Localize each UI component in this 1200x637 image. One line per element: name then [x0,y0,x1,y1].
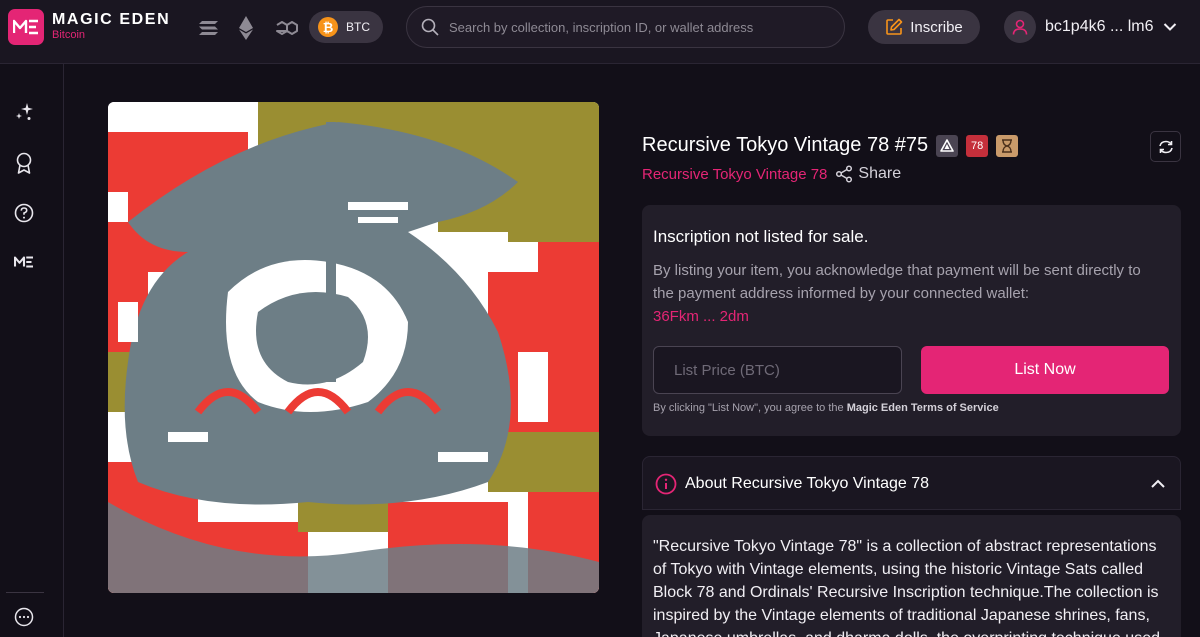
block-78-badge[interactable]: 78 [966,134,989,157]
hourglass-icon [1002,138,1013,153]
polygon-icon[interactable] [274,15,300,41]
about-description: "Recursive Tokyo Vintage 78" is a collec… [653,538,1160,637]
refresh-icon [1158,140,1173,153]
award-icon [16,152,32,174]
magic-eden-logo[interactable] [8,9,44,45]
inscription-title: Recursive Tokyo Vintage 78 #75 [642,134,929,156]
help-circle-icon [14,203,34,223]
chain-label: BTC [346,20,370,34]
list-price-input[interactable] [653,346,902,394]
search-bar[interactable] [406,6,845,48]
sidebar-divider [6,592,44,593]
brand[interactable]: MAGIC EDEN Bitcoin [52,11,170,42]
ethereum-icon[interactable] [233,15,259,41]
sidebar [0,64,64,637]
listing-heading: Inscription not listed for sale. [653,227,869,246]
about-collection-header[interactable]: About Recursive Tokyo Vintage 78 [642,456,1181,510]
sidebar-item-sparkles[interactable] [12,100,36,124]
more-dots-icon [14,607,34,627]
sidebar-item-magic-eden[interactable] [12,250,36,274]
pyramid-icon [940,138,954,152]
user-icon [1012,19,1028,35]
inscription-artwork[interactable] [108,102,599,593]
info-icon [655,473,677,495]
terms-notice: By clicking "List Now", you agree to the… [653,402,999,414]
sparkles-icon [16,103,33,120]
share-button[interactable]: Share [835,165,901,183]
wallet-menu[interactable]: bc1p4k6 ... lm6 [1004,10,1177,44]
about-collection-body: "Recursive Tokyo Vintage 78" is a collec… [642,515,1181,637]
share-label: Share [858,165,902,182]
inscription-title-row: Recursive Tokyo Vintage 78 #75 78 [642,134,1019,157]
bitcoin-icon: ₿ [318,17,338,37]
search-icon [421,18,439,36]
terms-prefix: By clicking "List Now", you agree to the [653,402,847,414]
solana-icon[interactable] [196,15,222,41]
share-icon [836,165,853,183]
terms-of-service-link[interactable]: Magic Eden Terms of Service [847,402,999,414]
vintage-hourglass-badge[interactable] [996,134,1019,157]
brand-sub: Bitcoin [52,29,86,41]
about-title: About Recursive Tokyo Vintage 78 [685,475,930,492]
sidebar-item-help[interactable] [12,201,36,225]
sidebar-item-more[interactable] [12,605,36,629]
search-input[interactable] [449,19,829,35]
me-logo-icon [14,256,33,268]
sidebar-item-awards[interactable] [12,151,36,175]
pencil-square-icon [886,18,903,35]
me-logo-icon [13,19,38,35]
chevron-down-icon [1163,23,1176,31]
inscribe-button[interactable]: Inscribe [868,10,980,44]
listing-description: By listing your item, you acknowledge th… [653,259,1163,328]
chain-selector-btc[interactable]: ₿ BTC [309,11,383,43]
user-avatar [1004,11,1036,43]
inscribe-label: Inscribe [910,18,963,36]
collection-link[interactable]: Recursive Tokyo Vintage 78 [642,166,827,183]
payment-address[interactable]: 36Fkm ... 2dm [653,305,1163,328]
listing-description-text: By listing your item, you acknowledge th… [653,262,1141,302]
rare-sat-badge[interactable] [936,134,959,157]
refresh-button[interactable] [1150,131,1181,162]
listing-card: Inscription not listed for sale. By list… [642,205,1181,436]
list-now-button[interactable]: List Now [921,346,1169,394]
collection-row: Recursive Tokyo Vintage 78 Share [642,165,901,183]
inscription-image [108,102,599,593]
wallet-address: bc1p4k6 ... lm6 [1045,18,1154,35]
top-bar: MAGIC EDEN Bitcoin ₿ BTC Inscribe [0,0,1200,64]
brand-name: MAGIC EDEN [52,11,171,28]
chevron-up-icon [1151,479,1165,488]
